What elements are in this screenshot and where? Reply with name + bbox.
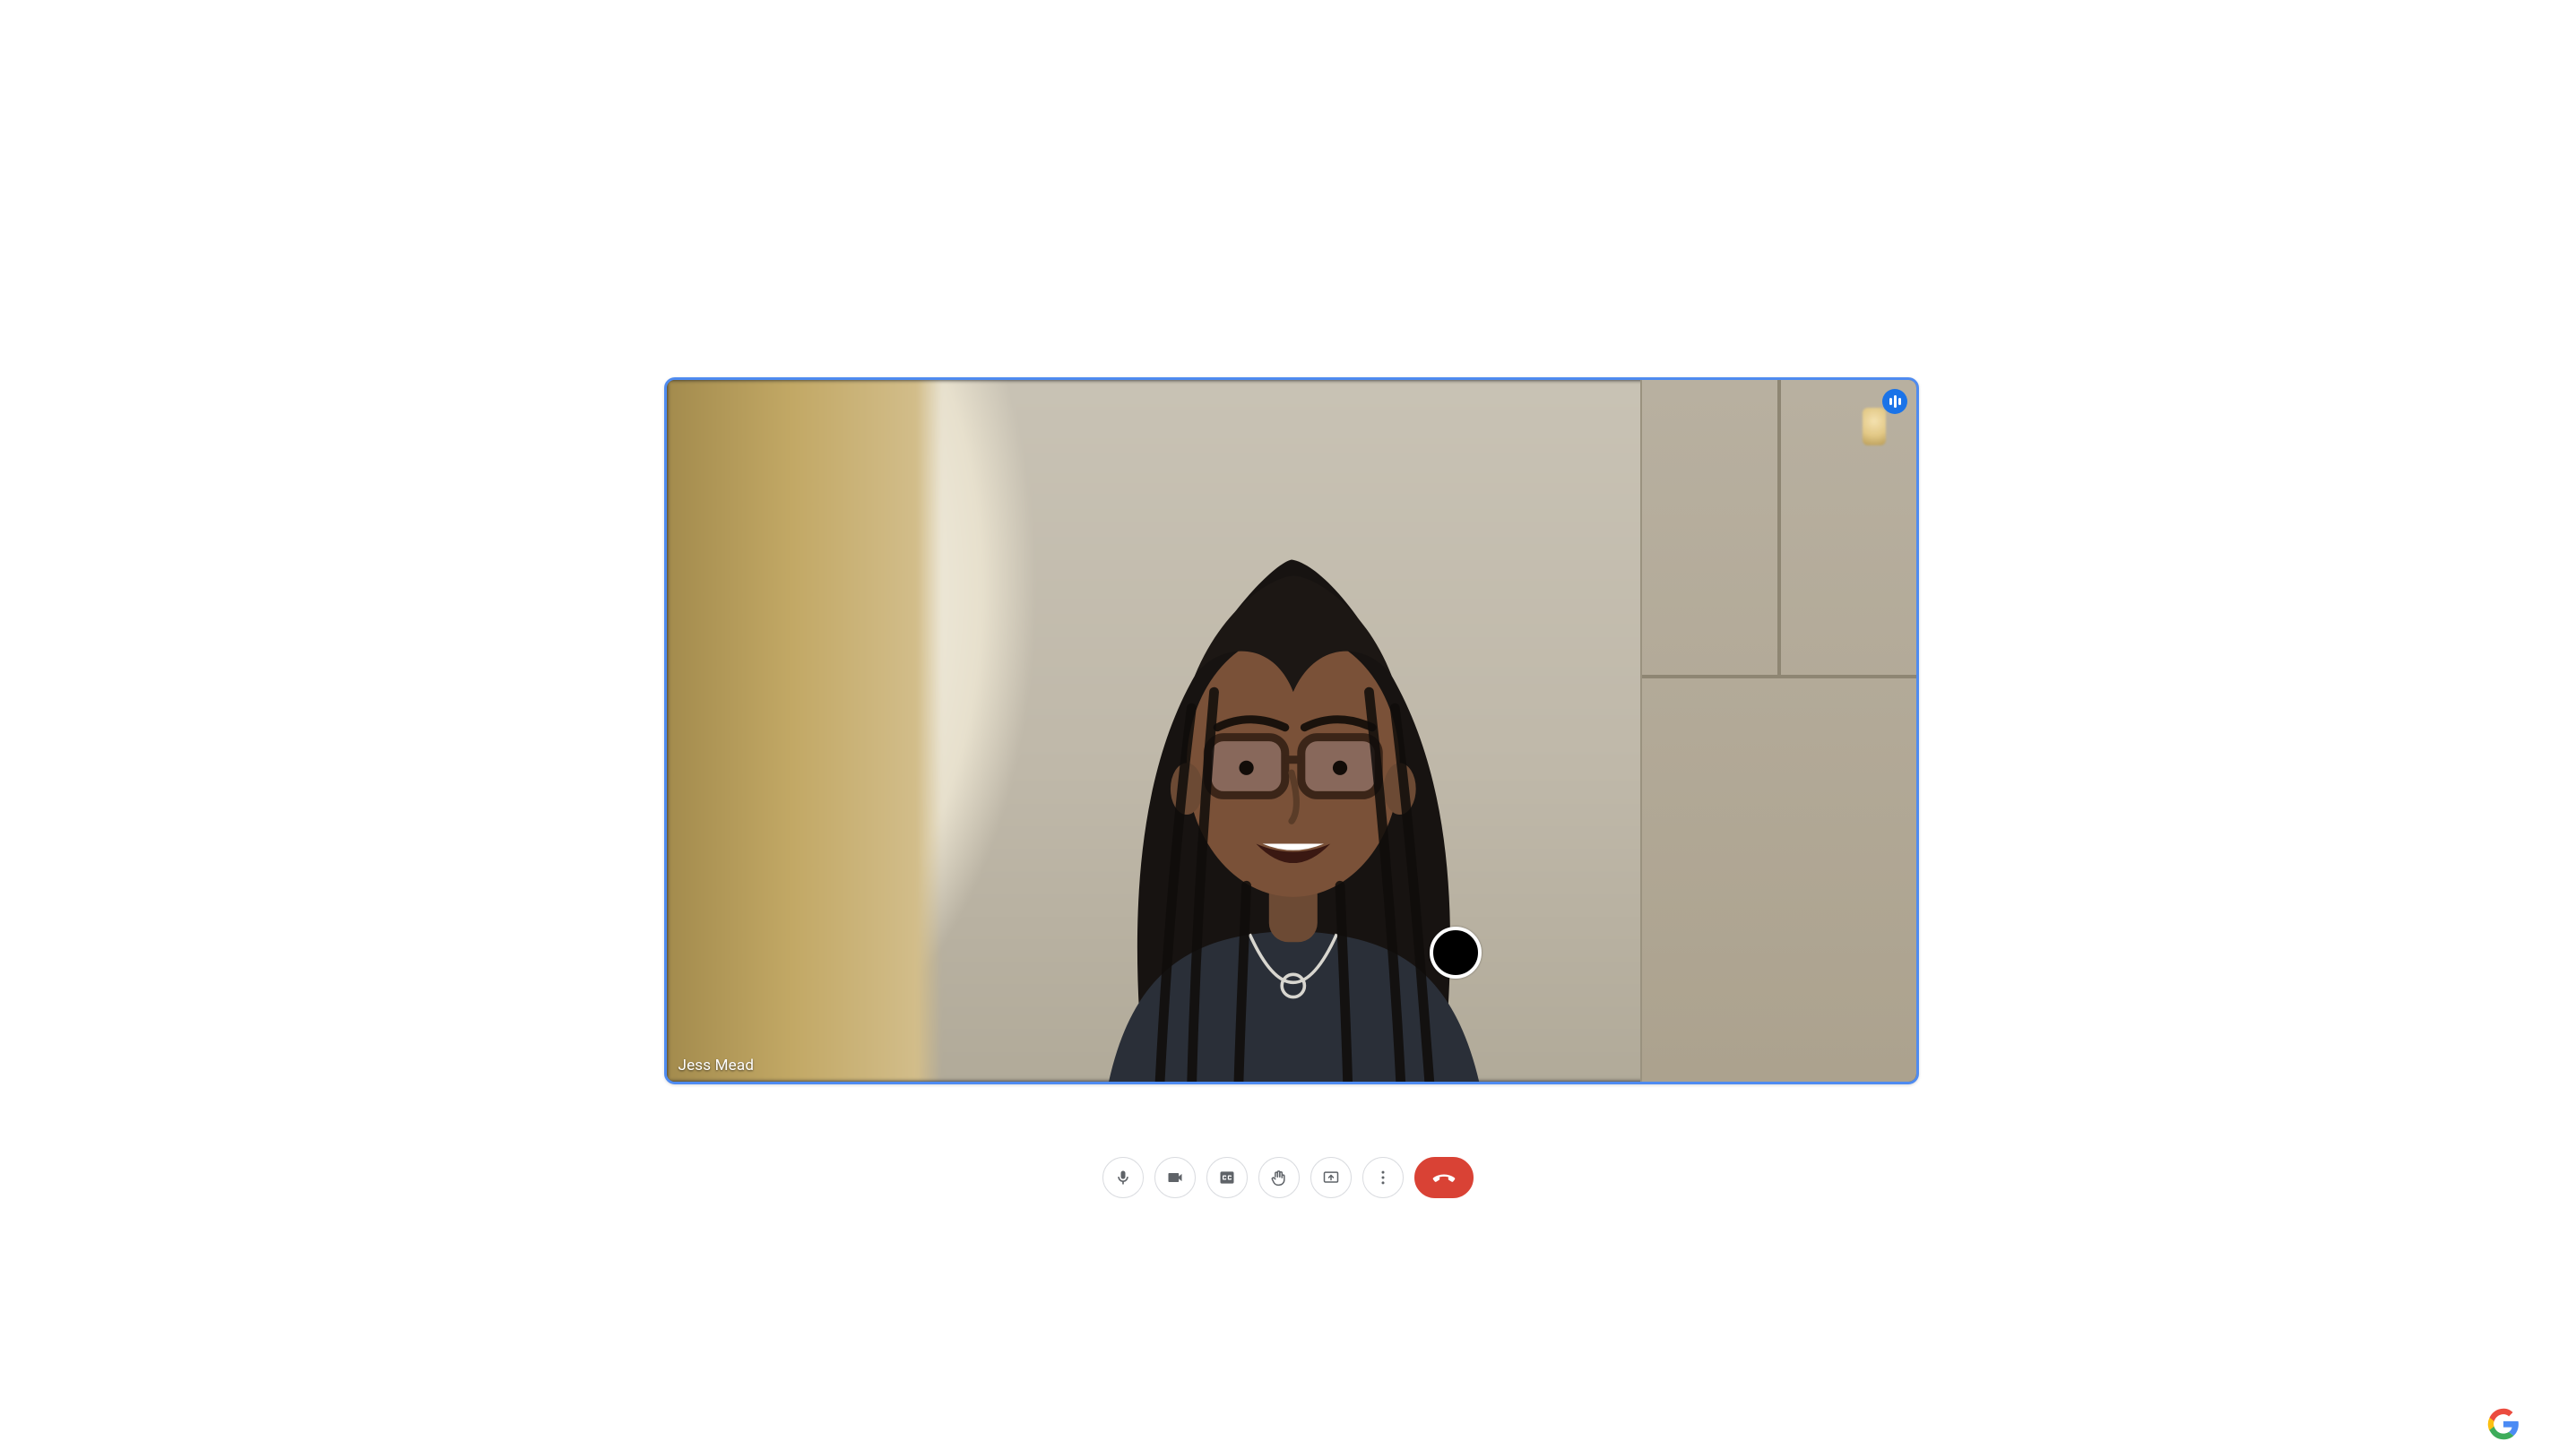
captions-button[interactable] bbox=[1206, 1157, 1248, 1198]
present-screen-icon bbox=[1322, 1169, 1340, 1187]
closed-captions-icon bbox=[1218, 1169, 1236, 1187]
raise-hand-button[interactable] bbox=[1258, 1157, 1300, 1198]
more-vertical-icon bbox=[1374, 1169, 1392, 1187]
video-background-door bbox=[1640, 380, 1917, 1082]
speaking-indicator-icon bbox=[1882, 389, 1907, 414]
raise-hand-icon bbox=[1270, 1169, 1288, 1187]
end-call-button[interactable] bbox=[1414, 1157, 1474, 1198]
call-toolbar bbox=[1102, 1157, 1474, 1198]
microphone-icon bbox=[1114, 1169, 1132, 1187]
microphone-button[interactable] bbox=[1102, 1157, 1144, 1198]
hang-up-icon bbox=[1431, 1165, 1457, 1190]
meeting-stage: Jess Mead bbox=[0, 0, 2576, 1450]
google-logo-icon bbox=[2487, 1408, 2520, 1440]
video-background-lamp bbox=[1863, 408, 1886, 445]
participant-video-tile[interactable]: Jess Mead bbox=[664, 377, 1919, 1084]
camera-icon bbox=[1166, 1169, 1184, 1187]
camera-button[interactable] bbox=[1154, 1157, 1196, 1198]
present-screen-button[interactable] bbox=[1310, 1157, 1352, 1198]
participant-name-label: Jess Mead bbox=[678, 1057, 754, 1075]
more-options-button[interactable] bbox=[1362, 1157, 1404, 1198]
